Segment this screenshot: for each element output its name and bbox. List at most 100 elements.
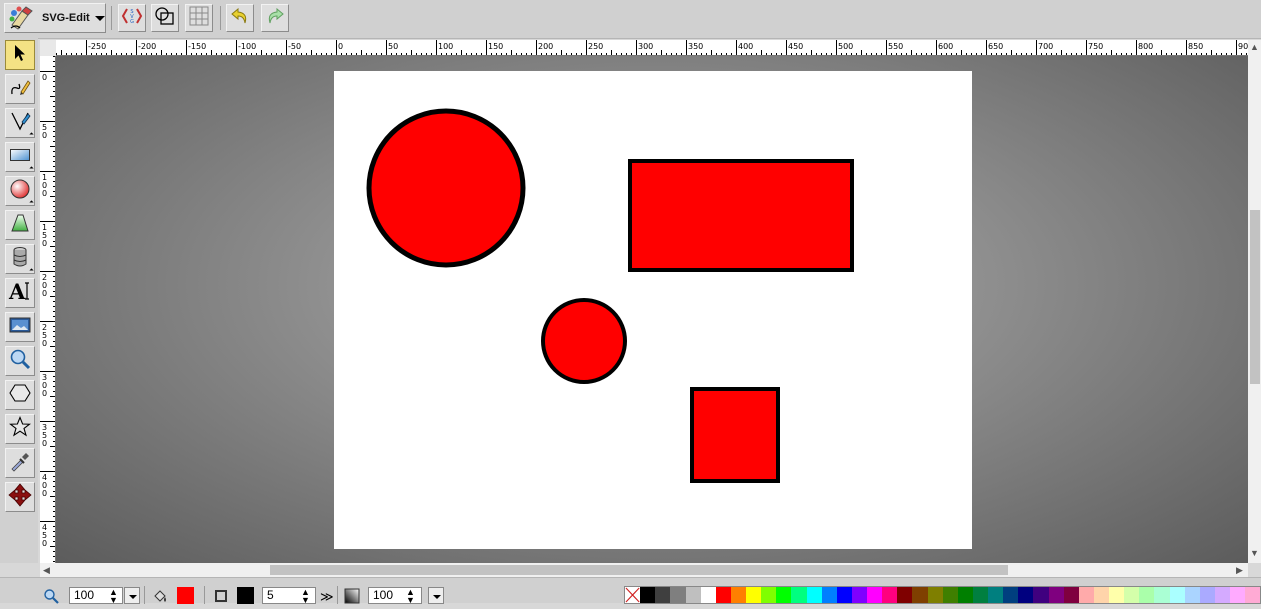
- large-circle[interactable]: [366, 108, 526, 268]
- zoom-spinner-icon[interactable]: ▲ ▼: [109, 588, 118, 605]
- stroke-width-spinner-icon[interactable]: ▲ ▼: [301, 588, 310, 605]
- select-tool-button[interactable]: [5, 40, 35, 70]
- rect-tool-button[interactable]: [5, 142, 35, 172]
- ruler-label: 0: [42, 439, 47, 448]
- bottom-separator: [144, 586, 145, 604]
- more-options-button[interactable]: ≫: [320, 589, 334, 604]
- palette-swatch[interactable]: [836, 587, 852, 603]
- palette-swatch[interactable]: [1230, 587, 1246, 603]
- polygon-path-tool-button[interactable]: [5, 210, 35, 240]
- path-tool-button[interactable]: [5, 108, 35, 138]
- palette-swatch[interactable]: [957, 587, 973, 603]
- palette-swatch[interactable]: [867, 587, 883, 603]
- ruler-label: 0: [338, 42, 343, 51]
- palette-swatch[interactable]: [776, 587, 792, 603]
- wide-rectangle[interactable]: [628, 159, 854, 272]
- small-circle[interactable]: [541, 298, 627, 384]
- shapelib-tool-button[interactable]: [5, 244, 35, 274]
- palette-swatch[interactable]: [972, 587, 988, 603]
- zoom-tool-button[interactable]: [5, 346, 35, 376]
- palette-swatch[interactable]: [1003, 587, 1019, 603]
- text-tool-button[interactable]: A: [5, 278, 35, 308]
- scroll-left-icon[interactable]: ◀: [43, 565, 50, 575]
- zoom-dropdown-button[interactable]: [124, 587, 140, 604]
- svg-drawing[interactable]: [334, 71, 972, 549]
- palette-swatch[interactable]: [715, 587, 731, 603]
- palette-swatch[interactable]: [791, 587, 807, 603]
- hexagon-tool-button[interactable]: [5, 380, 35, 410]
- palette-swatch[interactable]: [882, 587, 898, 603]
- palette-swatch[interactable]: [912, 587, 928, 603]
- undo-button[interactable]: [226, 4, 254, 32]
- vertical-scroll-thumb[interactable]: [1250, 210, 1260, 384]
- vertical-scrollbar[interactable]: ▲ ▼: [1248, 40, 1261, 563]
- ellipse-tool-button[interactable]: [5, 176, 35, 206]
- palette-swatch[interactable]: [988, 587, 1004, 603]
- palette-swatch[interactable]: [1048, 587, 1064, 603]
- undo-icon: [229, 5, 251, 32]
- palette-swatch[interactable]: [1245, 587, 1261, 603]
- wireframe-button[interactable]: [151, 4, 179, 32]
- no-color-swatch[interactable]: [625, 587, 641, 603]
- palette-swatch[interactable]: [1033, 587, 1049, 603]
- workarea[interactable]: [56, 56, 1248, 563]
- palette-swatch[interactable]: [1018, 587, 1034, 603]
- scroll-up-icon[interactable]: ▲: [1250, 42, 1259, 52]
- palette-swatch[interactable]: [1063, 587, 1079, 603]
- opacity-dropdown-button[interactable]: [428, 587, 444, 604]
- palette-swatch[interactable]: [821, 587, 837, 603]
- svg-canvas-page[interactable]: [334, 71, 972, 549]
- flyout-indicator: [29, 268, 34, 273]
- palette-swatch[interactable]: [1093, 587, 1109, 603]
- fill-color-swatch[interactable]: [177, 587, 194, 604]
- horizontal-ruler-ticks: -250 -200 -150 -100 -50 0 50 100 150 200 250 300 350…: [56, 40, 1248, 55]
- fill-paint-bucket-icon: [152, 588, 168, 609]
- horizontal-scrollbar[interactable]: ◀ ▶: [40, 563, 1248, 577]
- palette-swatch[interactable]: [685, 587, 701, 603]
- palette-swatch[interactable]: [670, 587, 686, 603]
- palette-swatch[interactable]: [1169, 587, 1185, 603]
- palette-swatch[interactable]: [1154, 587, 1170, 603]
- source-button[interactable]: S V G: [118, 4, 146, 32]
- palette-swatch[interactable]: [1184, 587, 1200, 603]
- palette-swatch[interactable]: [761, 587, 777, 603]
- vertical-ruler-ticks: 050100150200250300350400450: [40, 56, 55, 562]
- palette-swatch[interactable]: [851, 587, 867, 603]
- palette-swatch[interactable]: [1199, 587, 1215, 603]
- palette-swatch[interactable]: [655, 587, 671, 603]
- palette-swatch[interactable]: [730, 587, 746, 603]
- palette-swatch[interactable]: [942, 587, 958, 603]
- palette-swatch[interactable]: [1124, 587, 1140, 603]
- palette-swatch[interactable]: [1214, 587, 1230, 603]
- horizontal-scroll-thumb[interactable]: [270, 565, 1008, 575]
- stroke-color-swatch[interactable]: [237, 587, 254, 604]
- scroll-right-icon[interactable]: ▶: [1236, 565, 1243, 575]
- palette-swatch[interactable]: [927, 587, 943, 603]
- palette-swatch[interactable]: [700, 587, 716, 603]
- palette-swatch[interactable]: [640, 587, 656, 603]
- star-tool-button[interactable]: [5, 414, 35, 444]
- grid-button[interactable]: [185, 4, 213, 32]
- opacity-icon: [344, 588, 360, 609]
- palette-swatch[interactable]: [1109, 587, 1125, 603]
- flyout-indicator: [29, 200, 34, 205]
- redo-button[interactable]: [261, 4, 289, 32]
- scroll-down-icon[interactable]: ▼: [1250, 548, 1259, 558]
- pencil-tool-button[interactable]: [5, 74, 35, 104]
- palette-swatch[interactable]: [746, 587, 762, 603]
- vertical-ruler: 050100150200250300350400450: [40, 56, 56, 563]
- panning-tool-button[interactable]: [5, 482, 35, 512]
- palette-swatch[interactable]: [1078, 587, 1094, 603]
- image-tool-button[interactable]: [5, 312, 35, 342]
- flyout-indicator: [29, 166, 34, 171]
- palette-swatch[interactable]: [897, 587, 913, 603]
- ruler-label: -50: [288, 42, 301, 51]
- ruler-label: 0: [42, 189, 47, 198]
- opacity-spinner-icon[interactable]: ▲ ▼: [406, 588, 415, 605]
- palette-swatch[interactable]: [806, 587, 822, 603]
- color-palette[interactable]: [624, 586, 1261, 604]
- eyedropper-tool-button[interactable]: [5, 448, 35, 478]
- palette-swatch[interactable]: [1139, 587, 1155, 603]
- square[interactable]: [690, 387, 780, 483]
- main-menu-button[interactable]: SVG-Edit: [4, 3, 106, 33]
